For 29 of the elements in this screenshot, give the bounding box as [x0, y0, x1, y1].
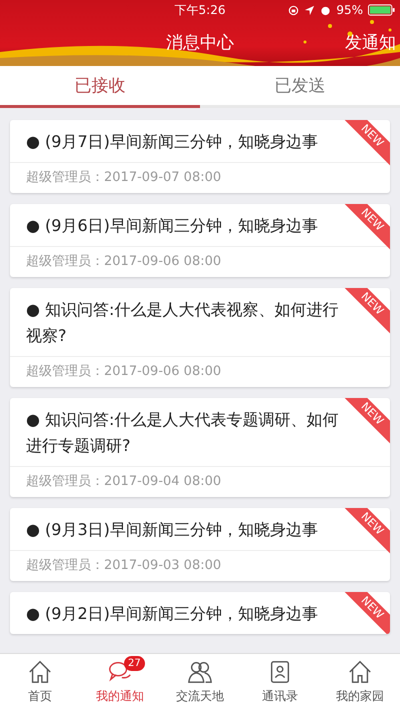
status-time: 下午5:26 — [174, 2, 226, 18]
nav-tab[interactable]: 交流天地 — [160, 654, 240, 710]
nav-tab[interactable]: 首页 — [0, 654, 80, 710]
location-icon — [304, 4, 316, 16]
nav-tab[interactable]: 通讯录 — [240, 654, 320, 710]
message-title: ● (9月7日)早间新闻三分钟，知晓身边事 — [26, 131, 319, 153]
tab[interactable]: 已接收 — [0, 66, 200, 108]
battery-percent: 95% — [336, 3, 363, 17]
message-meta: 超级管理员：2017-09-04 08:00 — [10, 466, 390, 497]
house-icon — [27, 659, 53, 685]
message-title: ● (9月6日)早间新闻三分钟，知晓身边事 — [26, 215, 319, 237]
page-title: 消息中心 — [166, 32, 234, 54]
message-meta: 超级管理员：2017-09-06 08:00 — [10, 356, 390, 387]
tab[interactable]: 已发送 — [200, 66, 400, 108]
unread-count-badge: 27 — [124, 656, 145, 671]
people-icon — [187, 659, 213, 685]
message-title: ● 知识问答:什么是人大代表视察、如何进行视察? — [26, 299, 340, 347]
message-meta: 超级管理员：2017-09-06 08:00 — [10, 246, 390, 277]
battery-icon — [368, 4, 396, 16]
house-icon — [347, 659, 373, 685]
nav-tab[interactable]: 我的家园 — [320, 654, 400, 710]
nav-tab[interactable]: 27 我的通知 — [80, 654, 160, 710]
message-title: ● (9月3日)早间新闻三分钟，知晓身边事 — [26, 519, 319, 541]
send-notice-button[interactable]: 发通知 — [343, 29, 398, 56]
message-title: ● 知识问答:什么是人大代表专题调研、如何进行专题调研? — [26, 409, 340, 457]
rotation-lock-icon — [288, 4, 300, 16]
message-title: ● (9月2日)早间新闻三分钟，知晓身边事 — [26, 603, 319, 625]
message-meta: 超级管理员：2017-09-03 08:00 — [10, 550, 390, 581]
message-meta: 超级管理员：2017-09-07 08:00 — [10, 162, 390, 193]
